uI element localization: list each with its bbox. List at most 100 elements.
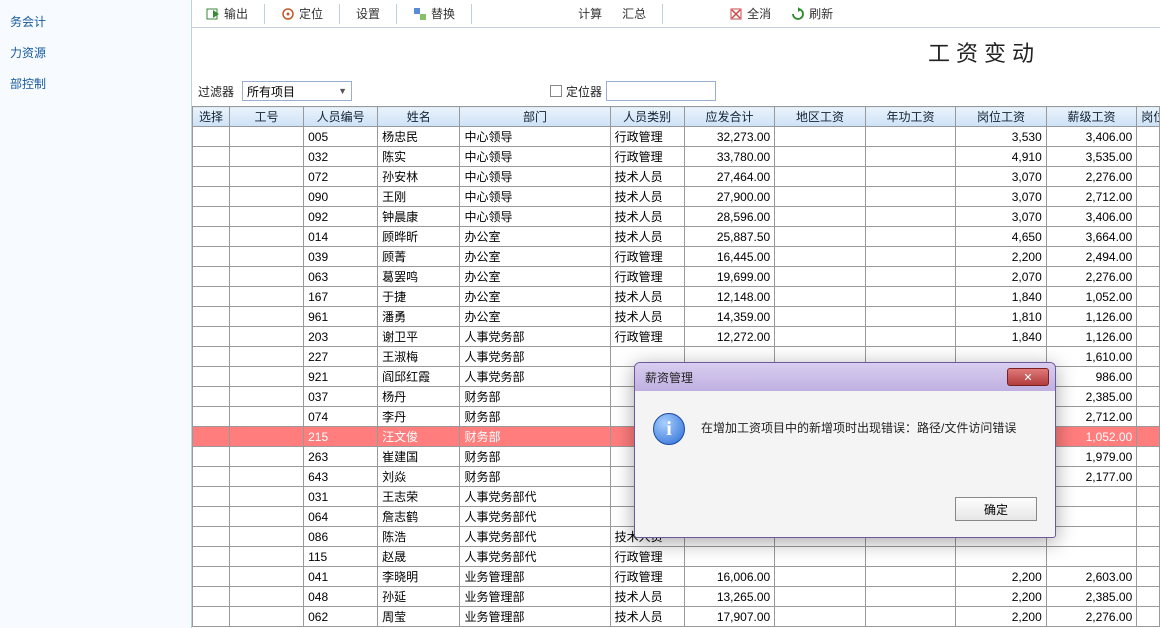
cell[interactable]: 1,126.00: [1046, 307, 1137, 327]
cell[interactable]: 1,979.00: [1046, 447, 1137, 467]
cell[interactable]: 2,070: [956, 267, 1047, 287]
summary-button[interactable]: 汇总: [612, 2, 656, 25]
cell[interactable]: 行政管理: [610, 147, 684, 167]
cell[interactable]: 行政管理: [610, 247, 684, 267]
cell[interactable]: 财务部: [460, 427, 610, 447]
cell[interactable]: 于捷: [378, 287, 460, 307]
cell[interactable]: [684, 547, 775, 567]
cell[interactable]: [193, 587, 230, 607]
cell[interactable]: [1137, 487, 1160, 507]
cell[interactable]: 崔建国: [378, 447, 460, 467]
cell[interactable]: 财务部: [460, 407, 610, 427]
cell[interactable]: 25,887.50: [684, 227, 775, 247]
cell[interactable]: 业务管理部: [460, 567, 610, 587]
cell[interactable]: [230, 147, 304, 167]
cell[interactable]: [193, 347, 230, 367]
table-row[interactable]: 961潘勇办公室技术人员14,359.001,8101,126.00: [193, 307, 1160, 327]
cell[interactable]: 2,276.00: [1046, 607, 1137, 627]
cell[interactable]: 643: [304, 467, 378, 487]
table-row[interactable]: 115赵晟人事党务部代行政管理: [193, 547, 1160, 567]
cell[interactable]: 005: [304, 127, 378, 147]
cell[interactable]: 钟晨康: [378, 207, 460, 227]
cell[interactable]: 27,464.00: [684, 167, 775, 187]
cell[interactable]: 032: [304, 147, 378, 167]
cell[interactable]: 063: [304, 267, 378, 287]
cell[interactable]: [775, 287, 866, 307]
cell[interactable]: 业务管理部: [460, 607, 610, 627]
cell[interactable]: 986.00: [1046, 367, 1137, 387]
refresh-button[interactable]: 刷新: [781, 2, 843, 25]
cell[interactable]: 1,052.00: [1046, 427, 1137, 447]
cell[interactable]: 陈实: [378, 147, 460, 167]
cell[interactable]: 014: [304, 227, 378, 247]
cell[interactable]: 086: [304, 527, 378, 547]
col-category[interactable]: 人员类别: [610, 107, 684, 127]
cell[interactable]: [775, 207, 866, 227]
cell[interactable]: [193, 187, 230, 207]
cell[interactable]: 2,385.00: [1046, 387, 1137, 407]
locator-checkbox[interactable]: [550, 85, 562, 97]
cell[interactable]: 3,535.00: [1046, 147, 1137, 167]
cell[interactable]: [865, 247, 956, 267]
cell[interactable]: 16,445.00: [684, 247, 775, 267]
cell[interactable]: [230, 447, 304, 467]
cell[interactable]: [865, 167, 956, 187]
cell[interactable]: 办公室: [460, 307, 610, 327]
cell[interactable]: 中心领导: [460, 167, 610, 187]
table-row[interactable]: 092钟晨康中心领导技术人员28,596.003,0703,406.00: [193, 207, 1160, 227]
cell[interactable]: 32,273.00: [684, 127, 775, 147]
cell[interactable]: [230, 547, 304, 567]
col-post[interactable]: 岗位工资: [956, 107, 1047, 127]
table-row[interactable]: 062周莹业务管理部技术人员17,907.002,2002,276.00: [193, 607, 1160, 627]
cell[interactable]: [193, 147, 230, 167]
cell[interactable]: [230, 427, 304, 447]
cell[interactable]: 2,200: [956, 607, 1047, 627]
cell[interactable]: 12,272.00: [684, 327, 775, 347]
cell[interactable]: 4,650: [956, 227, 1047, 247]
cell[interactable]: 3,406.00: [1046, 207, 1137, 227]
cell[interactable]: 潘勇: [378, 307, 460, 327]
dialog-ok-button[interactable]: 确定: [955, 497, 1037, 521]
cell[interactable]: [193, 507, 230, 527]
cell[interactable]: [865, 267, 956, 287]
cell[interactable]: [193, 447, 230, 467]
locator-input[interactable]: [606, 81, 716, 101]
cell[interactable]: 072: [304, 167, 378, 187]
cell[interactable]: 中心领导: [460, 127, 610, 147]
cell[interactable]: 28,596.00: [684, 207, 775, 227]
cell[interactable]: 办公室: [460, 247, 610, 267]
cell[interactable]: 人事党务部: [460, 327, 610, 347]
cell[interactable]: [1137, 527, 1160, 547]
cell[interactable]: [865, 287, 956, 307]
col-name[interactable]: 姓名: [378, 107, 460, 127]
settings-button[interactable]: 设置: [346, 2, 390, 25]
cell[interactable]: [775, 167, 866, 187]
cell[interactable]: [1137, 327, 1160, 347]
cell[interactable]: [1137, 227, 1160, 247]
cell[interactable]: 2,385.00: [1046, 587, 1137, 607]
cell[interactable]: [230, 227, 304, 247]
cell[interactable]: 1,840: [956, 287, 1047, 307]
cell[interactable]: [865, 547, 956, 567]
cell[interactable]: 人事党务部: [460, 347, 610, 367]
cell[interactable]: [230, 507, 304, 527]
cell[interactable]: 215: [304, 427, 378, 447]
cell[interactable]: 行政管理: [610, 127, 684, 147]
cell[interactable]: 财务部: [460, 467, 610, 487]
cell[interactable]: [1137, 567, 1160, 587]
cell[interactable]: 092: [304, 207, 378, 227]
cell[interactable]: 227: [304, 347, 378, 367]
cell[interactable]: 263: [304, 447, 378, 467]
cell[interactable]: [775, 547, 866, 567]
cell[interactable]: 技术人员: [610, 587, 684, 607]
cell[interactable]: 顾晔昕: [378, 227, 460, 247]
cell[interactable]: 2,200: [956, 567, 1047, 587]
sidebar-item-accounting[interactable]: 务会计: [0, 6, 191, 37]
cell[interactable]: [1137, 547, 1160, 567]
cell[interactable]: 办公室: [460, 227, 610, 247]
cell[interactable]: [775, 267, 866, 287]
cell[interactable]: 赵晟: [378, 547, 460, 567]
cell[interactable]: [193, 407, 230, 427]
cell[interactable]: 孙延: [378, 587, 460, 607]
cell[interactable]: 3,070: [956, 207, 1047, 227]
